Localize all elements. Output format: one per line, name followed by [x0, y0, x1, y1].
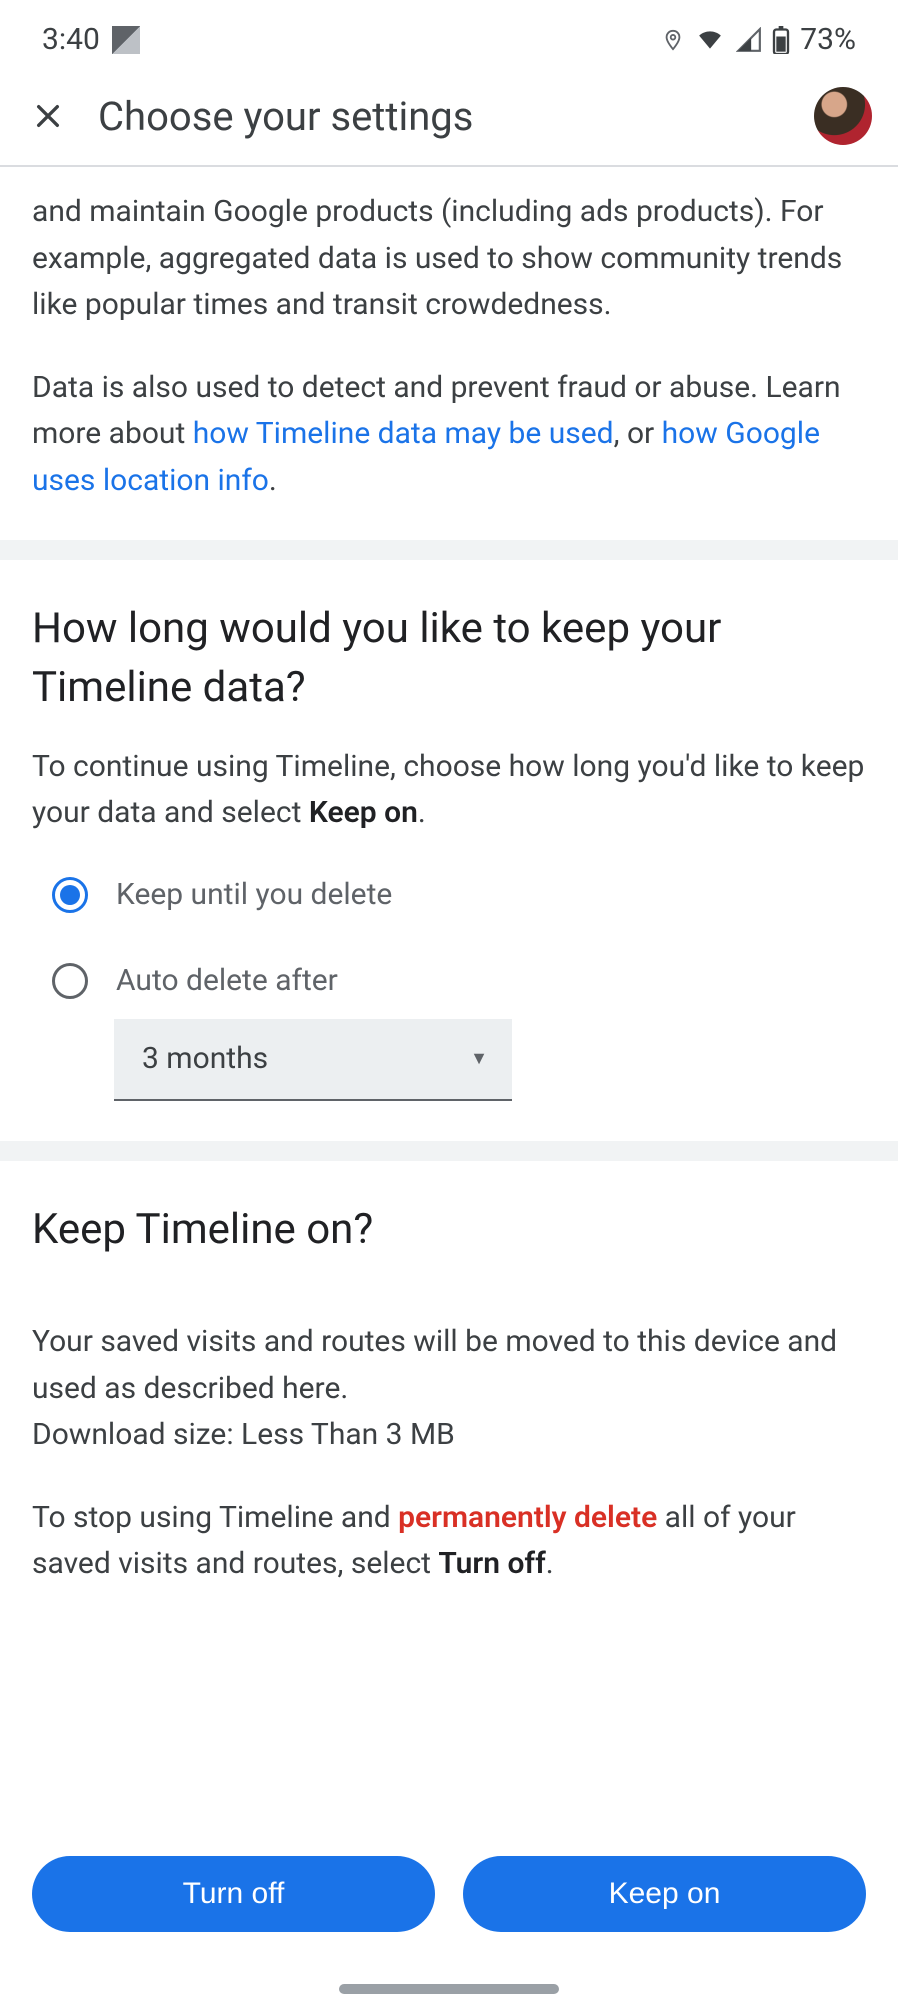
app-badge-icon	[112, 26, 140, 54]
radio-option-auto-delete[interactable]: Auto delete after	[52, 963, 866, 999]
section-divider	[0, 1141, 898, 1161]
keep-text: .	[546, 1546, 554, 1581]
page-title: Choose your settings	[98, 93, 814, 140]
intro-text: .	[269, 463, 277, 498]
close-icon	[32, 100, 64, 132]
keep-timeline-section: Keep Timeline on? Your saved visits and …	[0, 1161, 898, 1836]
battery-icon	[772, 26, 790, 54]
status-left: 3:40	[42, 22, 140, 57]
action-button-row: Turn off Keep on	[0, 1836, 898, 1972]
wifi-icon	[694, 27, 726, 53]
intro-paragraph-2: Data is also used to detect and prevent …	[32, 365, 866, 505]
keep-p3: To stop using Timeline and permanently d…	[32, 1495, 866, 1588]
keep-p1: Your saved visits and routes will be mov…	[32, 1319, 866, 1412]
dropdown-icon: ▼	[470, 1048, 488, 1069]
keep-body: Your saved visits and routes will be mov…	[32, 1319, 866, 1588]
battery-percent: 73%	[800, 22, 856, 57]
keep-text: To stop using Timeline and	[32, 1500, 398, 1535]
retention-description: To continue using Timeline, choose how l…	[32, 744, 866, 837]
radio-icon	[52, 963, 88, 999]
keep-emphasis-bold: Turn off	[438, 1546, 545, 1581]
status-bar: 3:40 73%	[0, 0, 898, 67]
radio-icon	[52, 877, 88, 913]
location-icon	[662, 26, 684, 54]
intro-paragraph-1: and maintain Google products (including …	[32, 189, 866, 329]
retention-desc-bold: Keep on	[309, 795, 418, 830]
system-nav-bar	[0, 1972, 898, 2000]
profile-avatar[interactable]	[814, 87, 872, 145]
radio-label: Auto delete after	[116, 963, 338, 998]
keep-emphasis-red: permanently delete	[398, 1500, 657, 1535]
radio-option-keep-until-delete[interactable]: Keep until you delete	[52, 877, 866, 913]
nav-handle[interactable]	[339, 1984, 559, 1994]
select-value: 3 months	[142, 1041, 268, 1076]
app-bar: Choose your settings	[0, 67, 898, 167]
retention-section: How long would you like to keep your Tim…	[0, 560, 898, 1141]
retention-desc-text: To continue using Timeline, choose how l…	[32, 749, 864, 831]
intro-text: , or	[614, 416, 662, 451]
keep-on-button[interactable]: Keep on	[463, 1856, 866, 1932]
keep-p2: Download size: Less Than 3 MB	[32, 1412, 866, 1459]
retention-heading: How long would you like to keep your Tim…	[32, 600, 866, 718]
close-button[interactable]	[26, 94, 70, 138]
radio-label: Keep until you delete	[116, 877, 392, 912]
cellular-icon	[736, 27, 762, 53]
intro-section: and maintain Google products (including …	[0, 167, 898, 540]
retention-radio-group: Keep until you delete Auto delete after …	[32, 877, 866, 1101]
section-divider	[0, 540, 898, 560]
timeline-data-link[interactable]: how Timeline data may be used	[193, 416, 614, 451]
auto-delete-duration-select[interactable]: 3 months ▼	[114, 1019, 512, 1101]
status-time: 3:40	[42, 22, 100, 57]
status-right: 73%	[662, 22, 856, 57]
turn-off-button[interactable]: Turn off	[32, 1856, 435, 1932]
retention-desc-text: .	[418, 795, 426, 830]
keep-heading: Keep Timeline on?	[32, 1201, 866, 1260]
